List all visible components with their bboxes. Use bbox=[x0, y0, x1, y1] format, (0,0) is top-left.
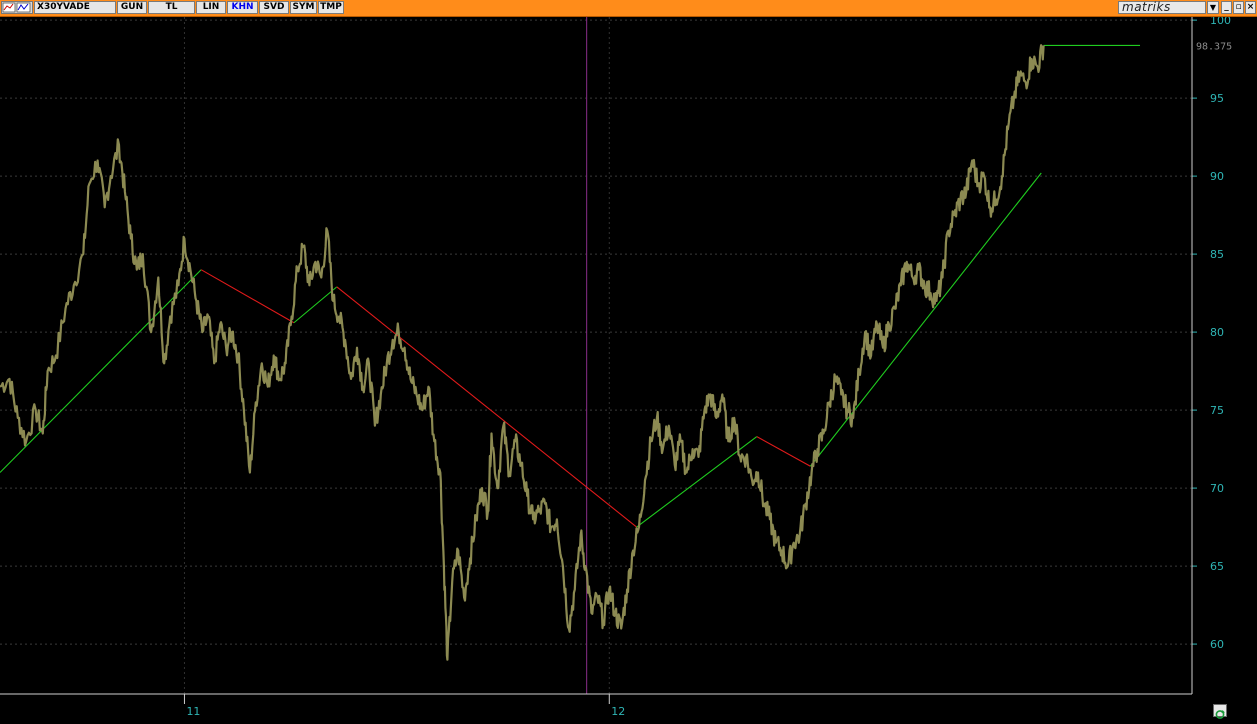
restore-icon[interactable]: ▫ bbox=[1233, 1, 1244, 14]
svd-button[interactable]: SVD bbox=[259, 1, 289, 14]
trend-line-1 bbox=[200, 269, 295, 324]
chart-menu-icon[interactable] bbox=[1, 1, 33, 14]
trend-line-3 bbox=[336, 286, 637, 528]
currency-tl-button[interactable]: TL bbox=[148, 1, 195, 14]
chart-toolbar: X30YVADE GUN TL LIN KHN SVD SYM TMP matr… bbox=[0, 0, 1257, 17]
y-tick-label-100: 100 bbox=[1210, 17, 1231, 27]
x-tick-label-12: 12 bbox=[611, 705, 625, 717]
x-tick-label-11: 11 bbox=[186, 705, 200, 717]
trend-line-5 bbox=[756, 436, 811, 467]
sym-button[interactable]: SYM bbox=[290, 1, 317, 14]
y-tick-label-85: 85 bbox=[1210, 248, 1224, 261]
y-tick-label-75: 75 bbox=[1210, 404, 1224, 417]
axis-layer: 60 65 70 75 80 85 90 95 100 11 12 98.375 bbox=[0, 17, 1257, 717]
y-tick-label-95: 95 bbox=[1210, 92, 1224, 105]
brand-logo: matriks bbox=[1118, 1, 1206, 14]
scale-linear-button[interactable]: LIN bbox=[196, 1, 226, 14]
y-tick-label-70: 70 bbox=[1210, 482, 1224, 495]
y-tick-label-60: 60 bbox=[1210, 638, 1224, 651]
last-price-label: 98.375 bbox=[1196, 41, 1232, 52]
trend-lines-layer bbox=[0, 44, 1141, 528]
chevron-down-icon[interactable]: ▼ bbox=[1207, 1, 1219, 14]
tmp-button[interactable]: TMP bbox=[318, 1, 344, 14]
symbol-field[interactable]: X30YVADE bbox=[34, 1, 116, 14]
close-icon[interactable]: × bbox=[1245, 1, 1256, 14]
chart-type-khn-button[interactable]: KHN bbox=[227, 1, 258, 14]
trend-line-2 bbox=[293, 286, 338, 324]
refresh-icon[interactable] bbox=[1213, 704, 1227, 719]
price-series-line bbox=[0, 44, 1045, 661]
minimize-icon[interactable]: _ bbox=[1221, 1, 1232, 14]
trend-line-0 bbox=[0, 269, 202, 473]
y-tick-label-80: 80 bbox=[1210, 326, 1224, 339]
price-series-layer bbox=[0, 44, 1045, 661]
period-daily-button[interactable]: GUN bbox=[117, 1, 147, 14]
y-tick-label-90: 90 bbox=[1210, 170, 1224, 183]
trend-line-6 bbox=[809, 172, 1042, 467]
y-tick-label-65: 65 bbox=[1210, 560, 1224, 573]
price-chart[interactable]: 60 65 70 75 80 85 90 95 100 11 12 98.375 bbox=[0, 17, 1257, 717]
